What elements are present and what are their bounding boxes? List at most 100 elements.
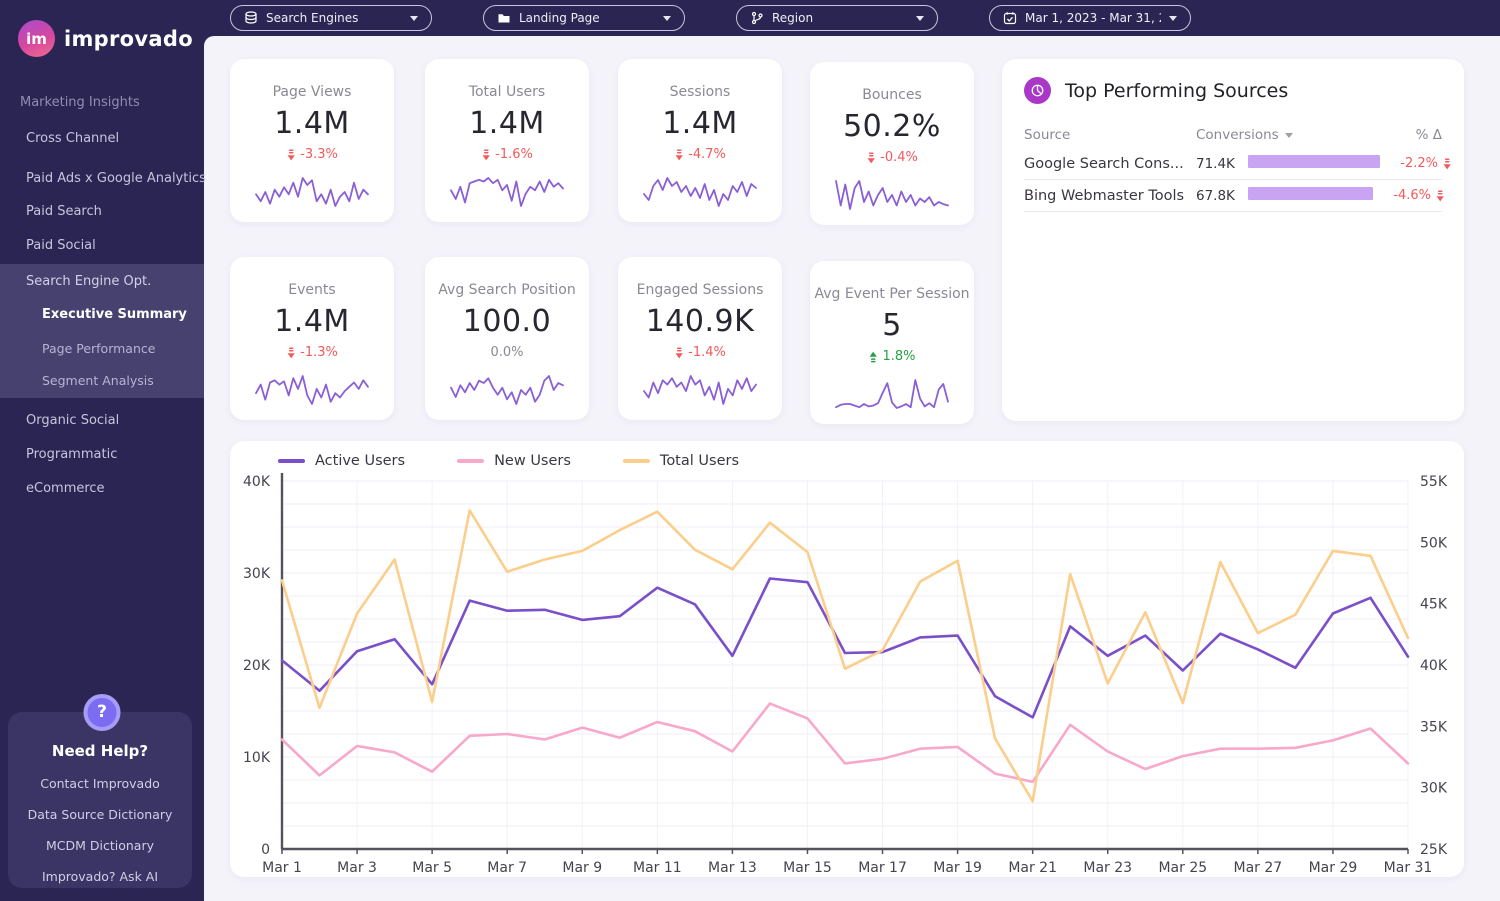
sidebar-item-search-engine-opt[interactable]: Search Engine Opt. <box>26 274 151 289</box>
kpi-delta-value: -4.7% <box>688 147 726 162</box>
svg-text:Mar 27: Mar 27 <box>1234 860 1283 873</box>
sidebar-item-organic-social[interactable]: Organic Social <box>26 413 119 428</box>
table-row[interactable]: Bing Webmaster Tools 67.8K -4.6% <box>1024 180 1442 212</box>
filter-label: Landing Page <box>519 11 600 25</box>
filter-landing-page[interactable]: Landing Page <box>483 5 685 31</box>
pie-chart-icon <box>1024 77 1051 104</box>
row-delta-value: -2.2% <box>1400 156 1438 171</box>
help-link-ask-ai[interactable]: Improvado? Ask AI <box>8 869 192 884</box>
help-link-mcdm-dictionary[interactable]: MCDM Dictionary <box>8 838 192 853</box>
filter-bar: Search Engines Landing Page Region Mar 1… <box>204 0 1500 36</box>
kpi-value: 1.4M <box>274 304 350 339</box>
kpi-card-page-views: Page Views 1.4M -3.3% <box>230 59 394 222</box>
users-line-chart: Mar 1Mar 3Mar 5Mar 7Mar 9Mar 11Mar 13Mar… <box>238 467 1462 873</box>
sidebar-item-executive-summary[interactable]: Executive Summary <box>42 307 187 322</box>
kpi-card-avg-event-per-session: Avg Event Per Session 5 1.8% <box>810 261 974 424</box>
chevron-down-icon <box>1169 16 1177 21</box>
sidebar-section-label: Marketing Insights <box>20 95 140 110</box>
svg-text:35K: 35K <box>1420 719 1448 735</box>
sparkline <box>448 174 566 210</box>
trend-down-icon <box>674 347 684 359</box>
svg-text:Mar 15: Mar 15 <box>783 860 832 873</box>
help-link-data-source-dictionary[interactable]: Data Source Dictionary <box>8 807 192 822</box>
sidebar: im improvado Marketing Insights Cross Ch… <box>0 0 204 901</box>
svg-text:30K: 30K <box>243 566 271 582</box>
trend-down-icon <box>674 149 684 161</box>
kpi-title: Sessions <box>670 84 731 100</box>
improvado-logo-icon: im <box>18 20 55 57</box>
kpi-card-sessions: Sessions 1.4M -4.7% <box>618 59 782 222</box>
calendar-icon <box>1003 11 1017 25</box>
kpi-title: Bounces <box>862 87 922 103</box>
svg-text:Mar 29: Mar 29 <box>1309 860 1358 873</box>
row-delta: -2.2% <box>1380 156 1452 171</box>
filter-date-range[interactable]: Mar 1, 2023 - Mar 31, 2023 <box>989 5 1191 31</box>
filter-label: Region <box>772 11 813 25</box>
kpi-title: Page Views <box>273 84 352 100</box>
trend-down-icon <box>1435 190 1445 202</box>
sidebar-item-page-performance[interactable]: Page Performance <box>42 341 155 356</box>
kpi-delta: -0.4% <box>866 150 918 165</box>
svg-text:55K: 55K <box>1420 474 1448 490</box>
improvado-logo[interactable]: im improvado <box>18 20 193 57</box>
sidebar-item-segment-analysis[interactable]: Segment Analysis <box>42 373 154 388</box>
kpi-delta-value: 0.0% <box>490 345 523 360</box>
svg-text:Mar 31: Mar 31 <box>1384 860 1433 873</box>
svg-text:40K: 40K <box>243 474 271 490</box>
trend-up-icon <box>868 351 878 363</box>
chevron-down-icon <box>410 16 418 21</box>
sidebar-item-paid-search[interactable]: Paid Search <box>26 204 102 219</box>
sidebar-item-paid-ads-ga[interactable]: Paid Ads x Google Analytics <box>26 171 206 186</box>
users-chart-card: Active Users New Users Total Users Mar 1… <box>230 441 1464 877</box>
panel-title: Top Performing Sources <box>1065 80 1288 102</box>
trend-down-icon <box>286 347 296 359</box>
sidebar-item-ecommerce[interactable]: eCommerce <box>26 481 105 496</box>
row-delta: -4.6% <box>1373 188 1445 203</box>
kpi-delta: -3.3% <box>286 147 338 162</box>
kpi-title: Events <box>288 282 335 298</box>
kpi-value: 50.2% <box>843 109 941 144</box>
legend-swatch <box>278 459 305 463</box>
sidebar-item-cross-channel[interactable]: Cross Channel <box>26 131 119 146</box>
filter-region[interactable]: Region <box>736 5 938 31</box>
kpi-delta-value: -0.4% <box>880 150 918 165</box>
legend-swatch <box>623 459 650 463</box>
chevron-down-icon <box>916 16 924 21</box>
column-conversions[interactable]: Conversions <box>1196 127 1370 143</box>
sidebar-item-programmatic[interactable]: Programmatic <box>26 447 117 462</box>
kpi-card-events: Events 1.4M -1.3% <box>230 257 394 420</box>
help-link-contact[interactable]: Contact Improvado <box>8 776 192 791</box>
database-icon <box>244 11 258 25</box>
svg-text:Mar 13: Mar 13 <box>708 860 757 873</box>
svg-text:20K: 20K <box>243 658 271 674</box>
chevron-down-icon <box>663 16 671 21</box>
svg-text:Mar 25: Mar 25 <box>1158 860 1207 873</box>
svg-text:Mar 3: Mar 3 <box>337 860 377 873</box>
svg-text:Mar 5: Mar 5 <box>412 860 452 873</box>
source-name: Bing Webmaster Tools <box>1024 188 1196 204</box>
table-header: Source Conversions % Δ <box>1024 122 1442 148</box>
branch-icon <box>750 11 764 25</box>
svg-text:0: 0 <box>261 842 270 858</box>
kpi-value: 5 <box>882 308 902 343</box>
trend-down-icon <box>286 149 296 161</box>
trend-down-icon <box>866 152 876 164</box>
logo-text: improvado <box>64 27 193 51</box>
svg-text:Mar 23: Mar 23 <box>1083 860 1132 873</box>
conversions-value: 71.4K <box>1196 156 1248 172</box>
sparkline <box>641 174 759 210</box>
sort-caret-icon <box>1285 133 1293 138</box>
table-row[interactable]: Google Search Cons... 71.4K -2.2% <box>1024 148 1442 180</box>
kpi-title: Engaged Sessions <box>637 282 764 298</box>
svg-text:Mar 19: Mar 19 <box>933 860 982 873</box>
sparkline <box>253 174 371 210</box>
filter-search-engines[interactable]: Search Engines <box>230 5 432 31</box>
trend-down-icon <box>481 149 491 161</box>
column-delta: % Δ <box>1370 127 1442 143</box>
conversions-bar <box>1248 155 1380 168</box>
kpi-title: Total Users <box>469 84 545 100</box>
help-icon[interactable]: ? <box>84 694 121 731</box>
kpi-delta-value: -1.4% <box>688 345 726 360</box>
svg-text:25K: 25K <box>1420 842 1448 858</box>
sidebar-item-paid-social[interactable]: Paid Social <box>26 238 96 253</box>
